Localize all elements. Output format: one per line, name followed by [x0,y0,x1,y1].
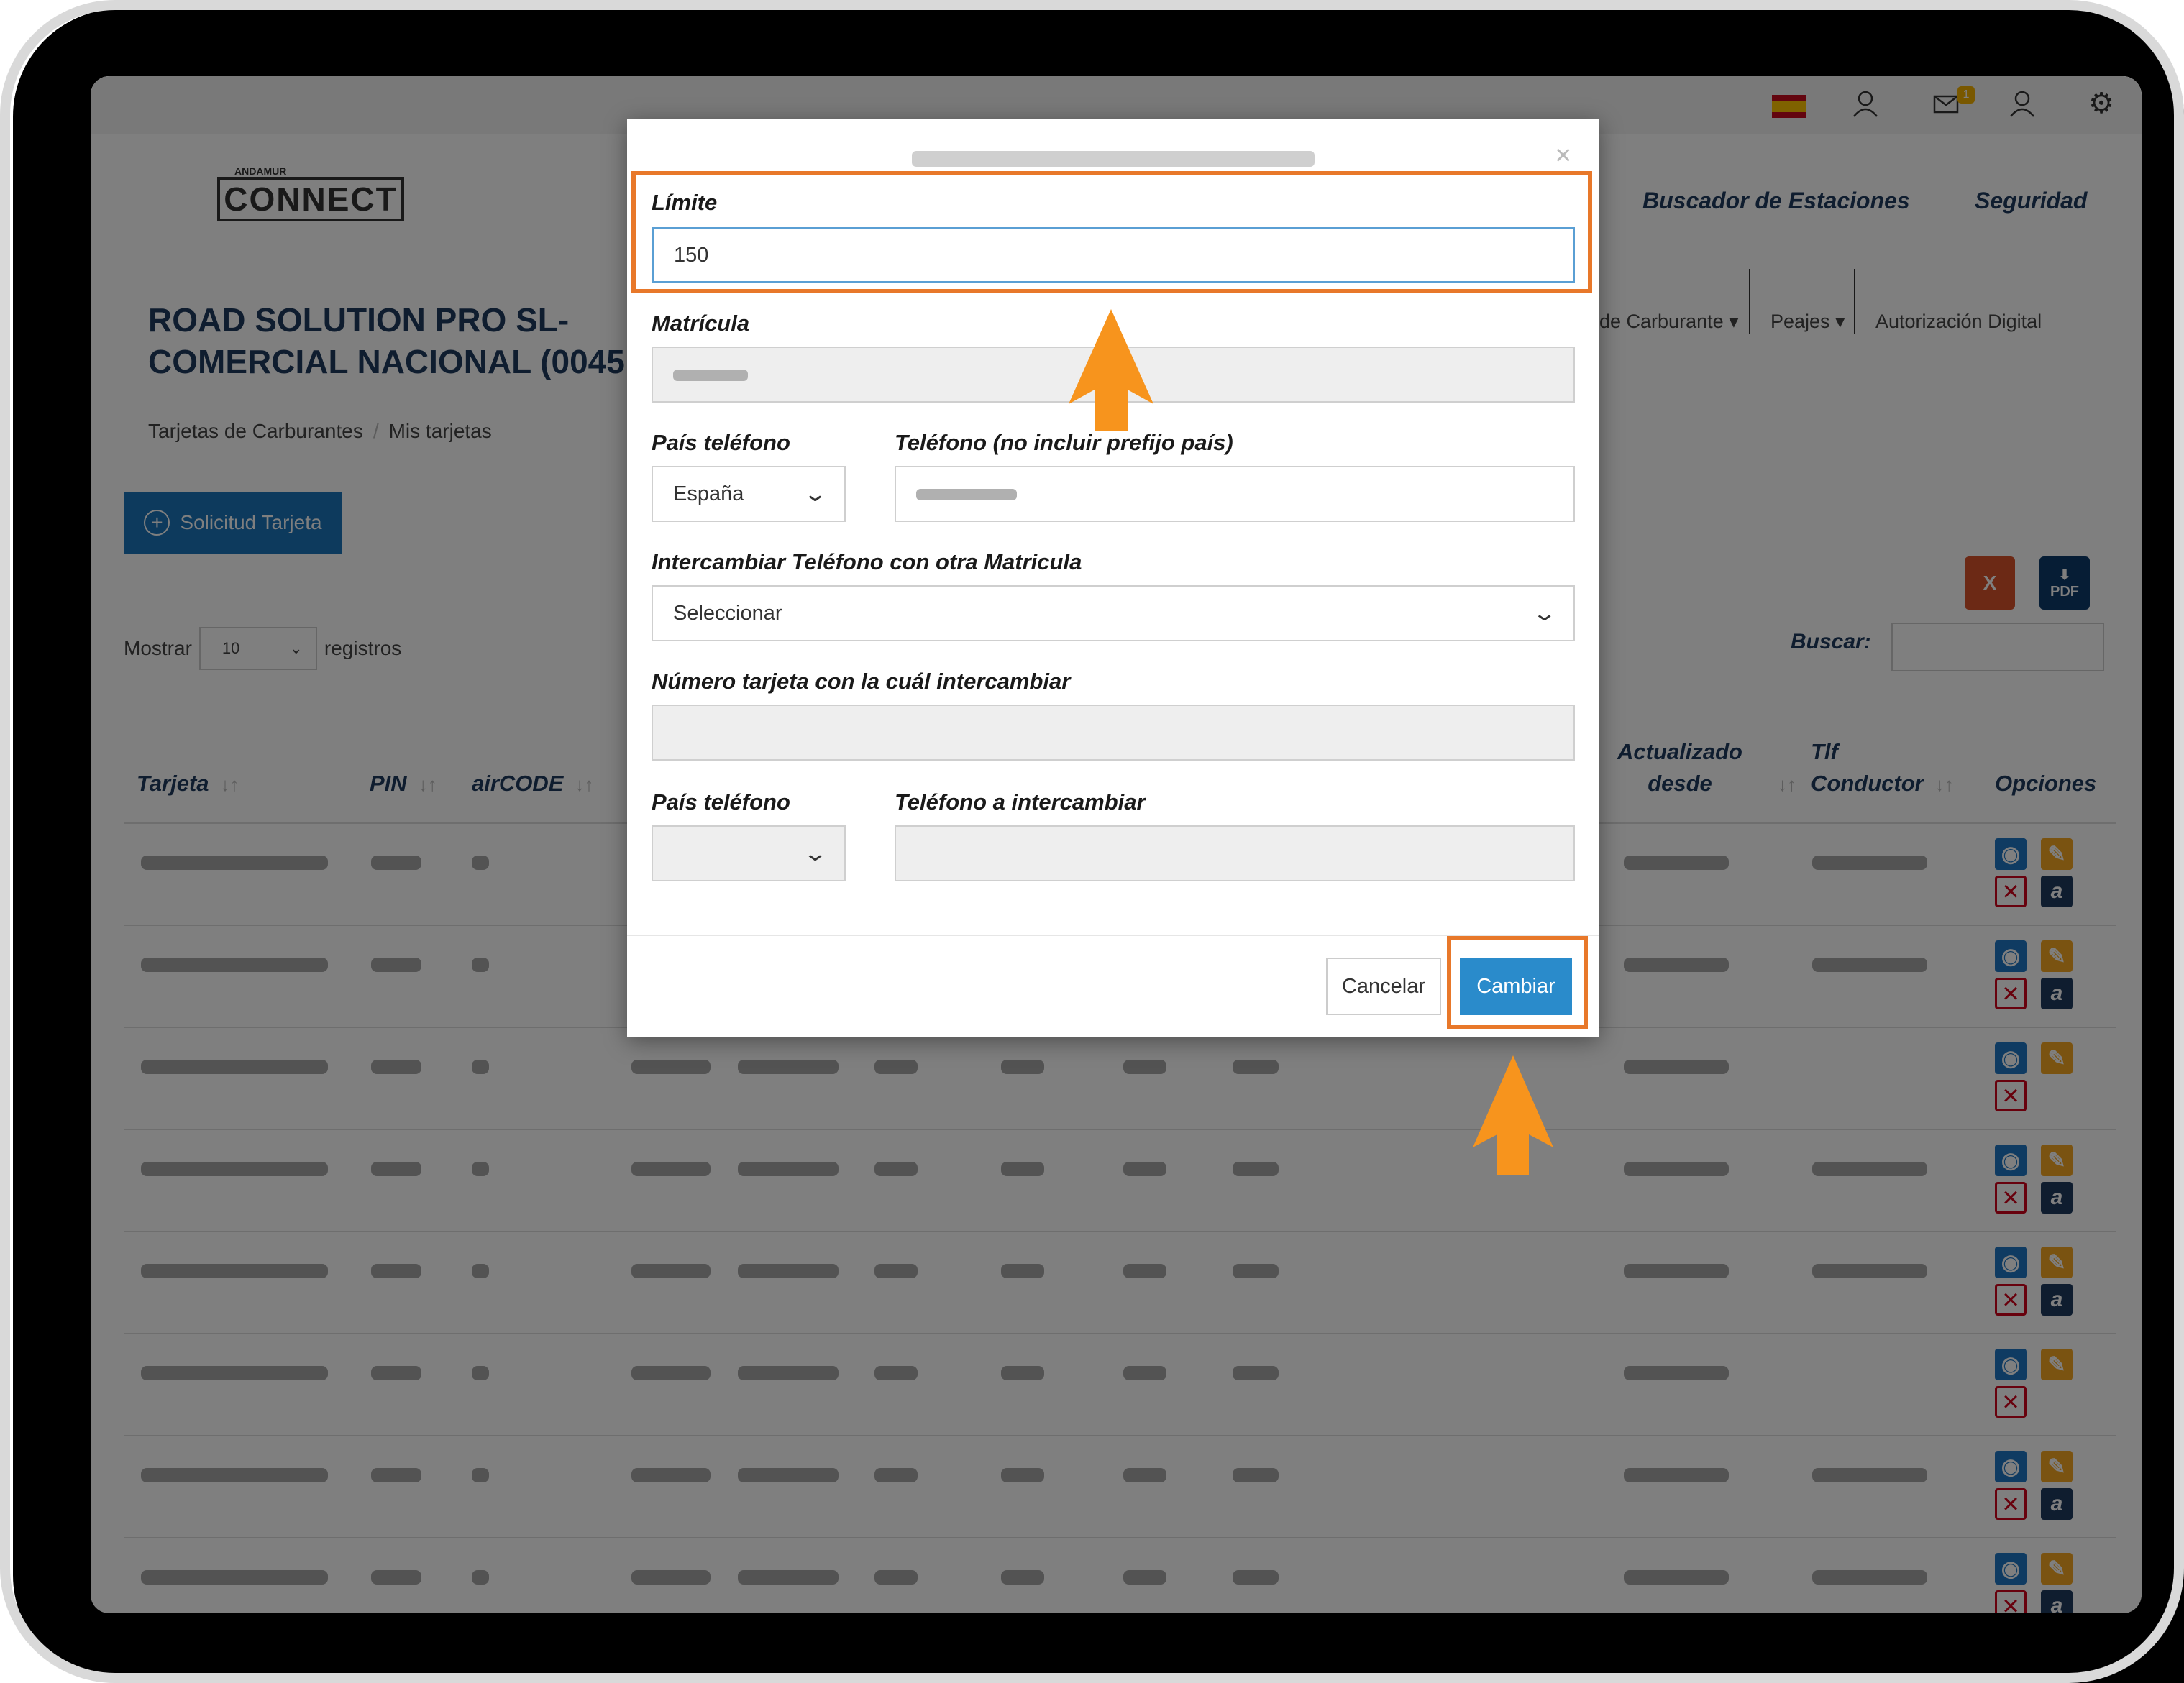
chevron-down-icon: ⌄ [802,482,828,506]
chevron-down-icon: ⌄ [802,841,828,866]
intercambiar-select[interactable]: Seleccionar ⌄ [652,585,1575,641]
chevron-down-icon: ⌄ [1531,601,1558,625]
pais-telefono-2-select[interactable]: ⌄ [652,825,846,881]
intercambiar-label: Intercambiar Teléfono con otra Matricula [652,549,1082,574]
highlight-cambiar [1447,936,1588,1029]
numero-tarjeta-input[interactable] [652,705,1575,761]
telefono-label: Teléfono (no incluir prefijo país) [895,430,1233,455]
telefono-intercambiar-input[interactable] [895,825,1575,881]
cancel-button[interactable]: Cancelar [1326,958,1441,1015]
numero-tarjeta-label: Número tarjeta con la cuál intercambiar [652,669,1071,694]
telefono-input[interactable] [895,466,1575,522]
matricula-label: Matrícula [652,311,750,336]
pais-telefono-select[interactable]: España ⌄ [652,466,846,522]
pais-telefono-2-label: País teléfono [652,789,790,815]
telefono-intercambiar-label: Teléfono a intercambiar [895,789,1146,815]
modal-title-blurred [627,145,1599,173]
highlight-limite [631,171,1592,293]
pais-telefono-label: País teléfono [652,430,790,455]
pais-telefono-value: España [673,482,744,505]
arrow-up-icon [1473,1055,1553,1175]
close-icon[interactable]: × [1555,139,1571,172]
arrow-up-icon [1069,309,1153,431]
app-screen: 1 ⚙ CONNECT ANDAMUR Buscador de Estacion… [91,76,2142,1613]
intercambiar-value: Seleccionar [673,601,782,625]
